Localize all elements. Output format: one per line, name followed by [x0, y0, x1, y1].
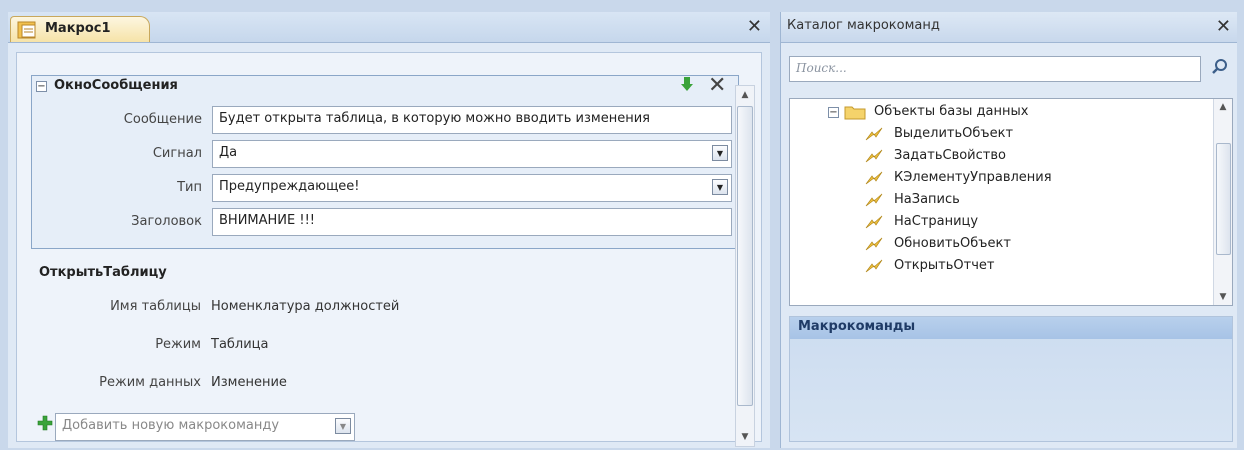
scroll-up-arrow-icon[interactable]: ▲	[736, 86, 754, 104]
scroll-thumb[interactable]	[737, 106, 753, 406]
tree-item-label: НаСтраницу	[894, 214, 979, 229]
scroll-down-arrow-icon[interactable]: ▼	[1214, 289, 1232, 305]
dropdown-arrow-icon[interactable]: ▼	[712, 179, 728, 195]
scroll-thumb[interactable]	[1216, 143, 1231, 255]
lightning-icon	[864, 214, 884, 238]
beep-select[interactable]: Да ▼	[212, 140, 732, 168]
tree-item-label: ЗадатьСвойство	[894, 148, 1006, 163]
dropdown-arrow-icon[interactable]: ▼	[335, 418, 351, 434]
scroll-down-arrow-icon[interactable]: ▼	[736, 428, 754, 446]
tree-item-label: ОткрытьОтчет	[894, 258, 995, 273]
add-action-placeholder: Добавить новую макрокоманду	[62, 418, 280, 433]
document-tab-strip: Макрос1 ✕	[8, 12, 770, 43]
lightning-icon	[864, 258, 884, 282]
dropdown-arrow-icon[interactable]: ▼	[712, 145, 728, 161]
actions-info-panel: Макрокоманды	[789, 316, 1233, 442]
catalog-tree: − Объекты базы данных ВыделитьОбъект Зад…	[789, 98, 1233, 306]
catalog-search-input[interactable]: Поиск...	[789, 56, 1201, 82]
action-catalog-pane: Каталог макрокоманд ✕ Поиск... − Объекты…	[780, 12, 1237, 448]
data-mode-value[interactable]: Изменение	[211, 375, 287, 390]
lightning-icon	[864, 126, 884, 150]
message-value: Будет открыта таблица, в которую можно в…	[219, 111, 650, 126]
arg-label-view: Режим	[155, 337, 201, 352]
tab-macro1[interactable]: Макрос1	[10, 16, 150, 42]
tree-item-label: ВыделитьОбъект	[894, 126, 1014, 141]
macro-designer-window: Макрос1 ✕ − ОкноСообщения ✕ Сообщение Бу…	[8, 12, 770, 448]
tree-scrollbar[interactable]: ▲ ▼	[1213, 99, 1232, 305]
title-value: ВНИМАНИЕ !!!	[219, 213, 316, 228]
folder-label: Объекты базы данных	[874, 104, 1029, 119]
type-value: Предупреждающее!	[219, 179, 360, 194]
arg-label-beep: Сигнал	[152, 146, 202, 161]
delete-icon[interactable]: ✕	[708, 73, 726, 98]
macro-action-block-messagebox[interactable]: − ОкноСообщения ✕ Сообщение Будет открыт…	[31, 73, 739, 249]
actions-panel-title: Макрокоманды	[790, 317, 1232, 339]
type-select[interactable]: Предупреждающее! ▼	[212, 174, 732, 202]
lightning-icon	[864, 148, 884, 172]
lightning-icon	[864, 236, 884, 260]
lightning-icon	[864, 192, 884, 216]
search-placeholder: Поиск...	[796, 61, 847, 75]
search-icon[interactable]	[1211, 58, 1229, 80]
arg-label-type: Тип	[177, 180, 202, 195]
macro-action-list: − ОкноСообщения ✕ Сообщение Будет открыт…	[16, 52, 762, 447]
tree-item-label: НаЗапись	[894, 192, 960, 207]
tree-item-label: ОбновитьОбъект	[894, 236, 1011, 251]
action-name[interactable]: ОткрытьТаблицу	[39, 265, 167, 280]
tree-item-label: КЭлементуУправления	[894, 170, 1052, 185]
folder-icon	[844, 104, 866, 128]
close-icon[interactable]: ✕	[1216, 16, 1231, 37]
beep-value: Да	[219, 145, 238, 160]
vertical-scrollbar[interactable]: ▲ ▼	[735, 85, 755, 447]
collapse-toggle[interactable]: −	[828, 107, 839, 118]
arg-label-data-mode: Режим данных	[99, 375, 201, 390]
arg-label-table-name: Имя таблицы	[110, 299, 201, 314]
lightning-icon	[864, 170, 884, 194]
arg-label-title: Заголовок	[131, 214, 202, 229]
message-field[interactable]: Будет открыта таблица, в которую можно в…	[212, 106, 732, 134]
catalog-title: Каталог макрокоманд	[787, 18, 940, 33]
catalog-header: Каталог макрокоманд ✕	[781, 12, 1237, 43]
arg-label-message: Сообщение	[123, 112, 202, 127]
collapse-toggle[interactable]: −	[36, 81, 47, 92]
move-down-icon[interactable]	[680, 76, 694, 96]
view-value[interactable]: Таблица	[211, 337, 269, 352]
tab-title: Макрос1	[45, 21, 111, 36]
macro-tab-icon	[17, 20, 39, 44]
close-icon[interactable]: ✕	[747, 16, 762, 37]
table-name-value[interactable]: Номенклатура должностей	[211, 299, 399, 314]
add-new-action-select[interactable]: Добавить новую макрокоманду ▼	[55, 413, 355, 441]
add-action-icon[interactable]	[37, 415, 53, 435]
action-name: ОкноСообщения	[54, 78, 178, 93]
title-field[interactable]: ВНИМАНИЕ !!!	[212, 208, 732, 236]
scroll-up-arrow-icon[interactable]: ▲	[1214, 99, 1232, 115]
